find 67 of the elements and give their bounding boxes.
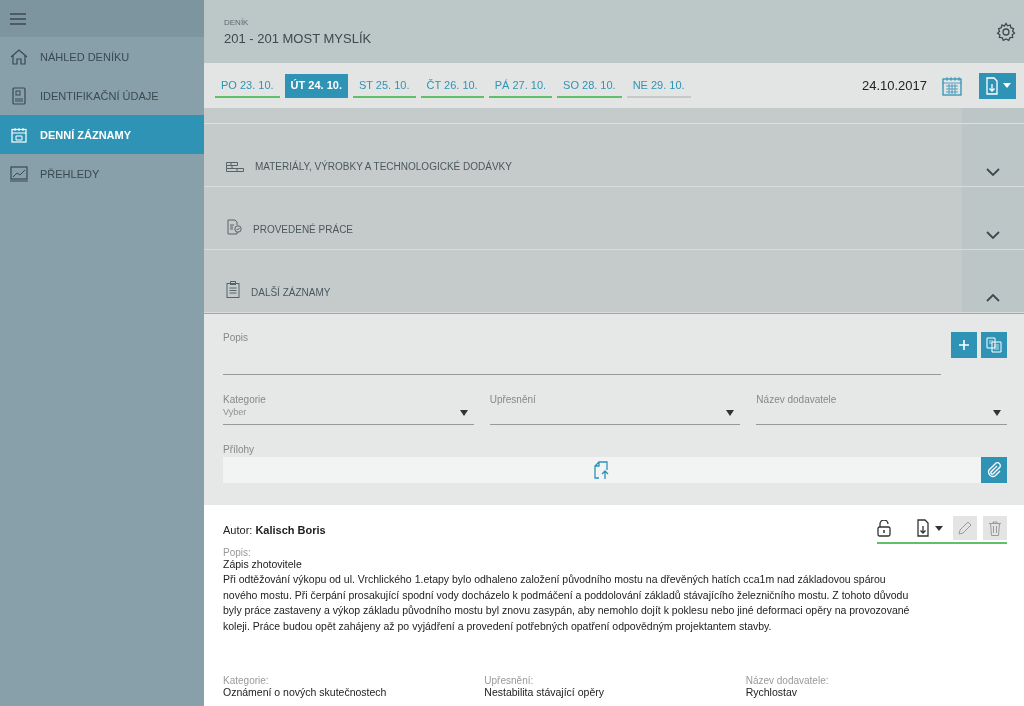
clipboard-icon [226,281,240,298]
line-chart-icon [10,165,28,182]
document-download-icon [915,519,931,537]
paperclip-icon [986,462,1002,478]
select-field[interactable]: Upřesnění [489,394,741,425]
field-value: Oznámení o nových skutečnostech [223,686,387,698]
copy-icon [986,337,1002,353]
section-header[interactable]: DALŠÍ ZÁZNAMY [204,250,1024,313]
day-tab[interactable]: PÁ 27. 10. [488,73,553,98]
plus-icon [959,340,969,350]
document-download-icon [984,76,1000,95]
caret-icon [459,409,468,416]
sidebar-item[interactable]: DENNÍ ZÁZNAMY [0,115,204,154]
section-title: DALŠÍ ZÁZNAMY [251,287,331,298]
field-label: Popis: [223,547,251,558]
file-upload-icon [594,460,610,480]
section-title: MATERIÁLY, VÝROBKY A TECHNOLOGICKÉ DODÁVKY [255,161,512,172]
copy-button[interactable] [981,332,1007,358]
unlocked-lock-icon[interactable] [877,519,891,537]
delete-button[interactable] [983,516,1007,540]
day-tab[interactable]: ST 25. 10. [352,73,416,98]
description-title: Zápis zhotovitele [223,558,302,570]
calendar-icon [10,126,28,143]
field-value: Rychlostav [745,686,797,698]
day-tab[interactable]: PO 23. 10. [215,73,280,98]
add-button[interactable] [951,332,977,358]
sidebar-item[interactable]: IDENTIFIKAČNÍ ÚDAJE [0,76,204,115]
select-field[interactable]: Název dodavatele [756,394,1007,425]
date-text: 24.10.2017 [861,78,927,93]
document-check-icon [226,219,242,235]
edit-button[interactable] [953,516,977,540]
select-field[interactable]: Kategorie Vyber [223,394,474,425]
section-header[interactable]: MATERIÁLY, VÝROBKY A TECHNOLOGICKÉ DODÁVKY [204,124,1024,187]
chevron-down-icon[interactable] [986,168,1000,176]
field-label: Upřesnění: [484,675,534,686]
section-header[interactable]: PROVEDENÉ PRÁCE [204,187,1024,250]
pencil-icon [958,521,972,535]
caret-icon [935,525,943,531]
calendar-icon[interactable] [942,75,962,96]
menu-icon[interactable] [10,12,26,25]
description-text: Při odtěžování výkopu od ul. Vrchlického 1.etapy bylo odhaleno založení původního mostu na dřevěných hatích cca1m nad základovou spárou nového mostu. Při čerpání prosakující spodní vody docházelo k podmáčení a poddolování základů stávajícího železničního mostu. Z tohoto důvodu byly práce zastaveny a výkop základu původního mostu byl znovu zasypán, aby nemohlo dojít k poklesu nebo jiné deformaci opěry na provozované koleji. Práce budou opět zahájeny až po vyjádření a provedení potřebných opatření odpovědným projektantem stavby. [223,572,911,634]
day-tab[interactable]: NE 29. 10. [626,73,691,98]
caret-icon [1003,83,1011,88]
trash-icon [989,520,1001,536]
attach-button[interactable] [981,457,1007,483]
section-title: PROVEDENÉ PRÁCE [253,224,354,235]
settings-icon[interactable] [996,21,1016,42]
day-tab[interactable]: SO 28. 10. [557,73,622,98]
field-value: Nestabilita stávající opěry [484,686,604,698]
caret-icon [993,409,1001,416]
attachments-label: Přílohy [223,444,256,455]
sidebar-item[interactable]: PŘEHLEDY [0,154,204,193]
chevron-up-icon[interactable] [986,294,1000,302]
day-tab[interactable]: ÚT 24. 10. [284,73,348,98]
field-label: Název dodavatele: [745,675,829,686]
chevron-down-icon[interactable] [986,231,1000,239]
day-tab[interactable]: ČT 26. 10. [420,73,484,98]
diary-title: 201 - 201 MOST MYSLÍK [224,30,372,46]
bricks-icon [226,162,244,172]
id-card-icon [10,86,28,105]
description-field[interactable]: Popis [223,332,941,375]
header-caption: DENÍK [224,17,250,27]
sidebar-item[interactable]: NÁHLED DENÍKU [0,37,204,76]
author-text: Autor: Kalisch Boris [223,524,326,536]
house-icon [10,48,28,65]
caret-icon [726,409,735,416]
field-label: Kategorie: [223,675,269,686]
